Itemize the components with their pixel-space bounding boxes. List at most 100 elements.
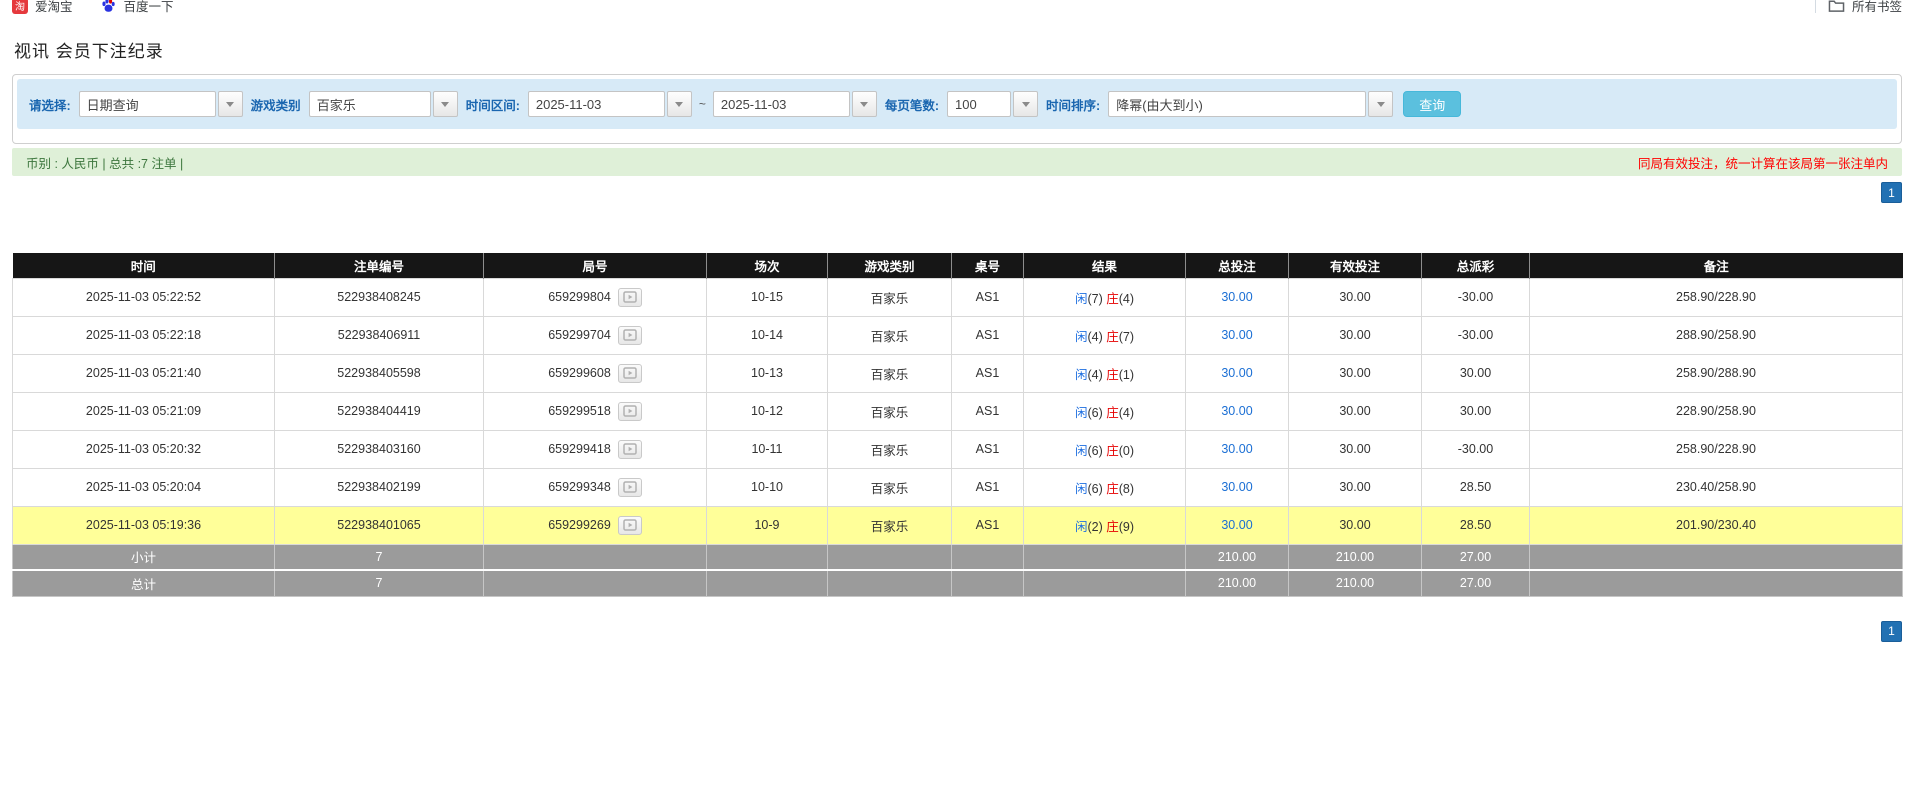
date-to-input[interactable] bbox=[712, 91, 850, 117]
table-row[interactable]: 2025-11-03 05:19:36 522938401065 659299269… bbox=[12, 505, 1903, 545]
cell-result: 闲(6) 庄(4) bbox=[1023, 391, 1186, 431]
video-replay-button[interactable] bbox=[617, 401, 642, 421]
subtotal-row: 小计 7 210.00 210.00 27.00 bbox=[12, 543, 1903, 571]
column-header: 局号 bbox=[483, 253, 707, 278]
cell-game-type: 百家乐 bbox=[827, 277, 952, 317]
cell-time: 2025-11-03 05:19:36 bbox=[12, 505, 275, 545]
table-row[interactable]: 2025-11-03 05:20:32 522938403160 659299418… bbox=[12, 429, 1903, 469]
page-size-combo bbox=[947, 91, 1039, 117]
sort-input[interactable] bbox=[1108, 91, 1367, 117]
date-range-separator: ~ bbox=[698, 97, 706, 111]
total-bet-link[interactable]: 30.00 bbox=[1221, 404, 1252, 418]
date-to-dropdown-button[interactable] bbox=[851, 91, 877, 117]
cell-table-no: AS1 bbox=[951, 391, 1024, 431]
table-row[interactable]: 2025-11-03 05:21:40 522938405598 659299608… bbox=[12, 353, 1903, 393]
footer-count: 7 bbox=[274, 569, 484, 597]
cell-result: 闲(6) 庄(0) bbox=[1023, 429, 1186, 469]
game-type-input[interactable] bbox=[308, 91, 431, 117]
cell-session: 10-14 bbox=[706, 315, 828, 355]
date-from-dropdown-button[interactable] bbox=[666, 91, 692, 117]
table-row[interactable]: 2025-11-03 05:20:04 522938402199 659299348… bbox=[12, 467, 1903, 507]
chevron-down-icon bbox=[226, 101, 235, 107]
bookmark-baidu[interactable]: 百度一下 bbox=[101, 0, 174, 15]
cell-remark: 288.90/258.90 bbox=[1529, 315, 1903, 355]
video-replay-button[interactable] bbox=[617, 515, 642, 535]
footer-total-bet: 210.00 bbox=[1185, 569, 1289, 597]
footer-empty-cell bbox=[1529, 543, 1903, 571]
page-size-dropdown-button[interactable] bbox=[1013, 91, 1039, 117]
video-replay-button[interactable] bbox=[617, 325, 642, 345]
query-type-dropdown-button[interactable] bbox=[217, 91, 243, 117]
bookmarks-divider bbox=[1814, 0, 1816, 13]
chevron-down-icon bbox=[1376, 101, 1385, 107]
bookmark-label: 爱淘宝 bbox=[35, 0, 73, 14]
bookmark-taobao[interactable]: 淘 爱淘宝 bbox=[12, 0, 73, 15]
result-player: 闲 bbox=[1074, 291, 1088, 306]
cell-session: 10-13 bbox=[706, 353, 828, 393]
game-type-label: 游戏类别 bbox=[250, 98, 301, 113]
footer-valid-bet: 210.00 bbox=[1288, 543, 1422, 571]
cell-valid-bet: 30.00 bbox=[1288, 277, 1422, 317]
total-bet-link[interactable]: 30.00 bbox=[1221, 480, 1252, 494]
taobao-icon: 淘 bbox=[12, 0, 28, 14]
table-header-row: 时间 注单编号 局号 场次 游戏类别 桌号 结果 总投注 有效投注 总派彩 备注 bbox=[12, 253, 1903, 278]
cell-time: 2025-11-03 05:21:09 bbox=[12, 391, 275, 431]
sort-dropdown-button[interactable] bbox=[1368, 91, 1394, 117]
filter-bar: 请选择: 游戏类别 时间区间: ~ 每页笔数: 时间排序: bbox=[17, 79, 1897, 129]
total-bet-link[interactable]: 30.00 bbox=[1221, 328, 1252, 342]
game-type-dropdown-button[interactable] bbox=[432, 91, 458, 117]
result-player: 闲 bbox=[1074, 367, 1088, 382]
page-size-label: 每页笔数: bbox=[884, 98, 940, 113]
column-header: 桌号 bbox=[951, 253, 1024, 278]
cell-valid-bet: 30.00 bbox=[1288, 467, 1422, 507]
search-button[interactable]: 查询 bbox=[1403, 91, 1462, 117]
cell-valid-bet: 30.00 bbox=[1288, 429, 1422, 469]
table-row[interactable]: 2025-11-03 05:22:18 522938406911 659299704… bbox=[12, 315, 1903, 355]
video-replay-button[interactable] bbox=[617, 363, 642, 383]
total-bet-link[interactable]: 30.00 bbox=[1221, 366, 1252, 380]
video-replay-button[interactable] bbox=[617, 439, 642, 459]
select-label: 请选择: bbox=[29, 98, 71, 113]
cell-total-bet: 30.00 bbox=[1185, 391, 1289, 431]
date-from-input[interactable] bbox=[527, 91, 665, 117]
footer-count: 7 bbox=[274, 543, 484, 571]
cell-valid-bet: 30.00 bbox=[1288, 353, 1422, 393]
summary-bar: 币别 : 人民币 | 总共 :7 注单 | 同局有效投注，统一计算在该局第一张注… bbox=[12, 148, 1902, 176]
bookmarks-left-group: 淘 爱淘宝 百度一下 bbox=[12, 0, 174, 15]
page-button-1[interactable]: 1 bbox=[1881, 182, 1902, 203]
footer-label: 总计 bbox=[12, 569, 275, 597]
total-bet-link[interactable]: 30.00 bbox=[1221, 290, 1252, 304]
page-button-1[interactable]: 1 bbox=[1881, 620, 1902, 642]
cell-round-id: 659299518 bbox=[483, 391, 707, 431]
table-row[interactable]: 2025-11-03 05:22:52 522938408245 659299804… bbox=[12, 277, 1903, 317]
cell-result: 闲(4) 庄(7) bbox=[1023, 315, 1186, 355]
footer-empty-cell bbox=[483, 543, 707, 571]
all-bookmarks-button[interactable]: 所有书签 bbox=[1828, 0, 1902, 15]
video-replay-button[interactable] bbox=[617, 477, 642, 497]
footer-valid-bet: 210.00 bbox=[1288, 569, 1422, 597]
query-type-input[interactable] bbox=[78, 91, 216, 117]
table-footer: 小计 7 210.00 210.00 27.00 总计 7 210.00 210.00 27.00 bbox=[12, 543, 1903, 597]
table-row[interactable]: 2025-11-03 05:21:09 522938404419 659299518… bbox=[12, 391, 1903, 431]
cell-session: 10-10 bbox=[706, 467, 828, 507]
result-player: 闲 bbox=[1074, 329, 1088, 344]
page-size-input[interactable] bbox=[947, 91, 1012, 117]
result-banker-score: (7) bbox=[1118, 329, 1135, 344]
column-header: 游戏类别 bbox=[827, 253, 952, 278]
round-number: 659299418 bbox=[548, 442, 611, 456]
result-banker: 庄 bbox=[1106, 519, 1119, 534]
cell-valid-bet: 30.00 bbox=[1288, 505, 1422, 545]
cell-game-type: 百家乐 bbox=[827, 391, 952, 431]
total-bet-link[interactable]: 30.00 bbox=[1221, 518, 1252, 532]
cell-bet-id: 522938403160 bbox=[274, 429, 484, 469]
video-replay-button[interactable] bbox=[617, 287, 642, 307]
filter-panel: 请选择: 游戏类别 时间区间: ~ 每页笔数: 时间排序: bbox=[12, 74, 1902, 144]
total-bet-link[interactable]: 30.00 bbox=[1221, 442, 1252, 456]
cell-total-bet: 30.00 bbox=[1185, 277, 1289, 317]
cell-total-bet: 30.00 bbox=[1185, 315, 1289, 355]
round-number: 659299518 bbox=[548, 404, 611, 418]
total-row: 总计 7 210.00 210.00 27.00 bbox=[12, 569, 1903, 597]
sort-label: 时间排序: bbox=[1046, 98, 1101, 113]
bookmark-label: 百度一下 bbox=[123, 0, 174, 14]
column-header: 场次 bbox=[706, 253, 828, 278]
